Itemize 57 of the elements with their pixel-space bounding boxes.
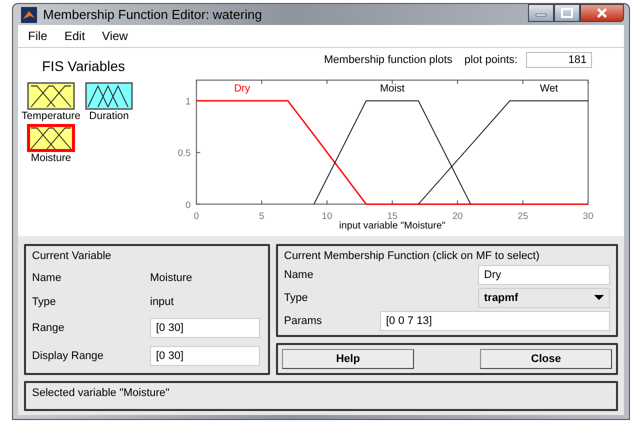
variable-name: Temperature [22, 110, 80, 122]
x-tick-label: 30 [582, 210, 594, 222]
window-title: Membership Function Editor: watering [43, 7, 262, 22]
field-value: input [150, 295, 174, 310]
maximize-button[interactable] [554, 4, 580, 22]
field-label: Type [32, 296, 57, 308]
minimize-button[interactable] [528, 4, 554, 22]
plot-title: Membership function plots [324, 54, 452, 66]
membership-curve[interactable] [196, 100, 588, 205]
variable-name: Moisture [30, 152, 72, 164]
params-field[interactable]: [0 0 7 13] [380, 311, 610, 331]
y-tick-label: 1 [186, 95, 191, 106]
menu-item[interactable]: File [28, 29, 48, 43]
close-icon [596, 8, 608, 18]
membership-curve[interactable] [314, 100, 472, 204]
panel-title: Current Membership Function (click on MF to select) [284, 250, 541, 262]
field-label: Params [284, 315, 322, 327]
name-field[interactable]: Dry [478, 265, 610, 285]
x-tick-label: 10 [322, 210, 332, 222]
display-range-field[interactable]: [0 30] [150, 346, 260, 366]
variable-block[interactable] [27, 82, 75, 110]
variable-block[interactable] [27, 124, 75, 152]
curve-label: Moist [380, 83, 405, 94]
x-tick-label: 15 [387, 210, 398, 222]
variable-block[interactable] [85, 82, 133, 110]
y-tick-label: 0 [186, 198, 191, 210]
close-button[interactable] [580, 4, 624, 22]
app-icon [21, 6, 37, 22]
plot-points-field[interactable]: 181 [526, 52, 592, 68]
x-axis-label: input variable "Moisture" [339, 220, 446, 232]
dialog-button[interactable]: Close [480, 349, 612, 369]
x-tick-label: 5 [259, 210, 264, 222]
variable-name: Duration [89, 110, 129, 122]
x-tick-label: 0 [194, 210, 200, 222]
y-tick-label: 0.5 [178, 147, 191, 158]
plot-points-label: plot points: [464, 54, 518, 66]
curve-label: Wet [540, 83, 558, 94]
caret-icon [594, 295, 604, 301]
field-label: Name [284, 269, 314, 281]
type-dropdown[interactable]: trapmf [478, 288, 610, 308]
field-label: Type [284, 292, 308, 304]
dialog-button[interactable]: Help [282, 349, 414, 369]
menu-item[interactable]: Edit [64, 29, 86, 43]
field-label: Display Range [32, 350, 105, 362]
field-value: Moisture [150, 271, 192, 286]
status-text: Selected variable "Moisture" [32, 387, 170, 399]
range-field[interactable]: [0 30] [150, 318, 260, 338]
field-label: Range [32, 322, 66, 334]
membership-curve[interactable] [418, 100, 589, 204]
curve-label: Dry [234, 83, 250, 94]
field-label: Name [32, 272, 62, 284]
x-tick-label: 25 [518, 210, 528, 222]
panel-title: Current Variable [32, 250, 112, 262]
section-title: FIS Variables [42, 58, 126, 74]
x-tick-label: 20 [452, 210, 463, 222]
menu-item[interactable]: View [102, 29, 128, 43]
maximize-icon [561, 8, 573, 18]
